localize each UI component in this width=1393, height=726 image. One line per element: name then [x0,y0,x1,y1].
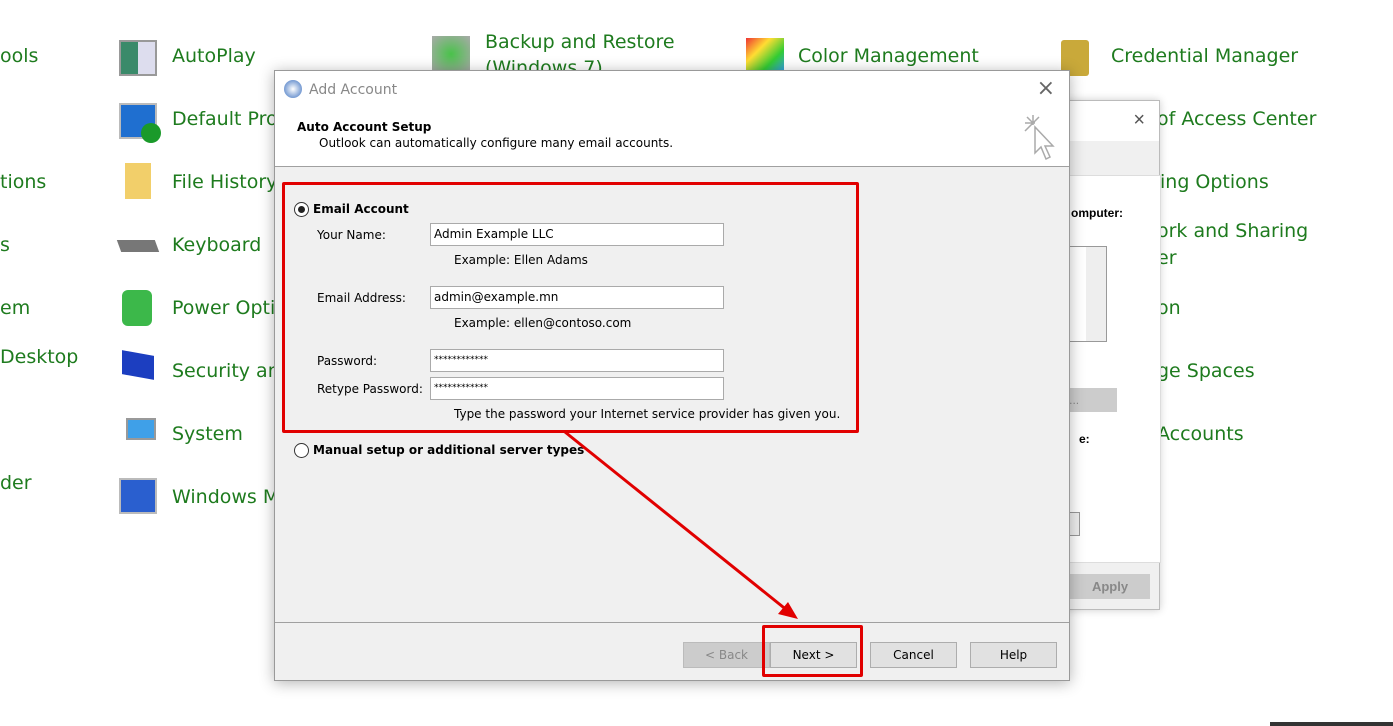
taskbar-edge [1270,722,1393,726]
annotation-arrow [564,430,798,619]
